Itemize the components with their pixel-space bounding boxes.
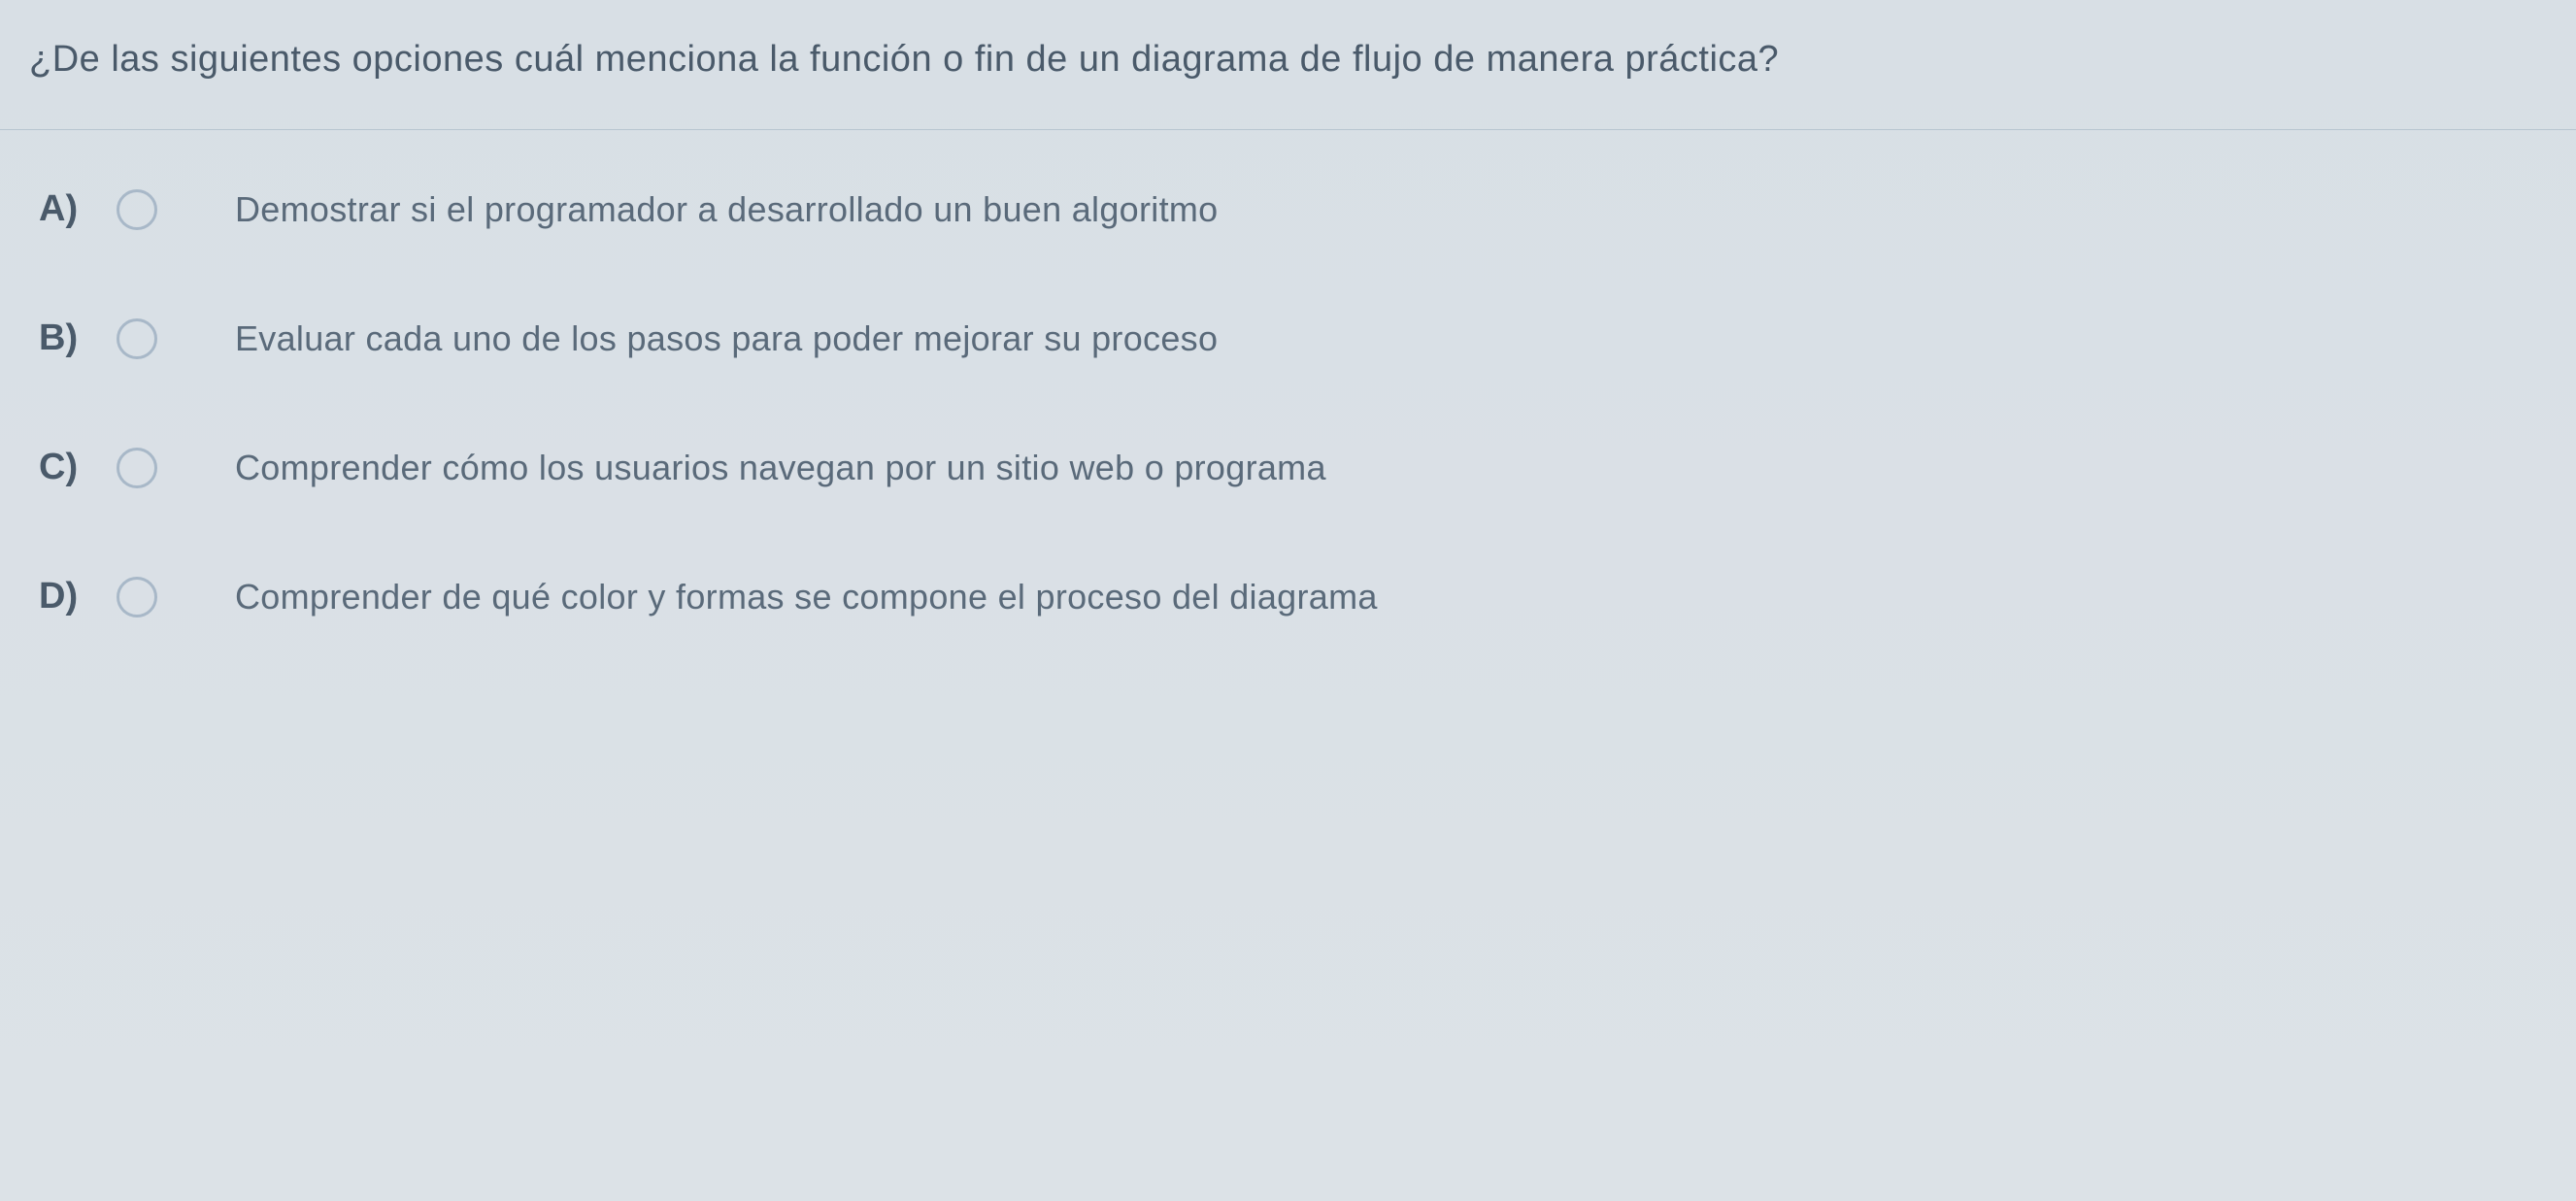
radio-button-a[interactable] (117, 189, 157, 230)
option-label-a: A) (39, 188, 117, 230)
option-row-c: C) Comprender cómo los usuarios navegan … (39, 447, 2537, 488)
option-label-d: D) (39, 576, 117, 617)
option-text-c: Comprender cómo los usuarios navegan por… (235, 448, 1326, 488)
radio-button-b[interactable] (117, 318, 157, 359)
option-label-b: B) (39, 317, 117, 359)
option-row-b: B) Evaluar cada uno de los pasos para po… (39, 317, 2537, 359)
question-text: ¿De las siguientes opciones cuál mencion… (29, 39, 1779, 80)
option-text-d: Comprender de qué color y formas se comp… (235, 577, 1378, 617)
option-text-b: Evaluar cada uno de los pasos para poder… (235, 318, 1218, 359)
option-row-a: A) Demostrar si el programador a desarro… (39, 188, 2537, 230)
option-row-d: D) Comprender de qué color y formas se c… (39, 576, 2537, 617)
option-label-c: C) (39, 447, 117, 488)
radio-button-d[interactable] (117, 577, 157, 617)
question-header: ¿De las siguientes opciones cuál mencion… (0, 0, 2576, 130)
radio-button-c[interactable] (117, 448, 157, 488)
options-container: A) Demostrar si el programador a desarro… (0, 130, 2576, 763)
option-text-a: Demostrar si el programador a desarrolla… (235, 189, 1219, 230)
